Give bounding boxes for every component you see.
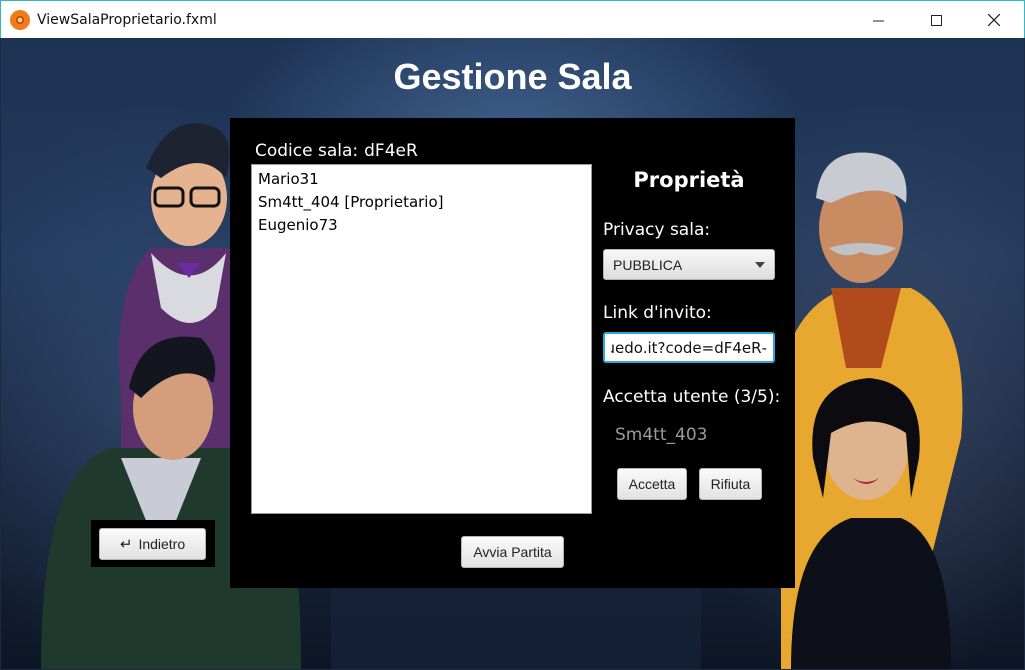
room-code: Codice sala: dF4eR [255, 141, 418, 161]
back-button-label: Indietro [138, 536, 186, 552]
start-game-button[interactable]: Avvia Partita [461, 536, 564, 568]
window-titlebar: ViewSalaProprietario.fxml [0, 0, 1025, 38]
chevron-down-icon [755, 262, 765, 268]
close-icon[interactable] [971, 1, 1017, 39]
window-title: ViewSalaProprietario.fxml [37, 11, 217, 28]
minimize-icon[interactable] [855, 1, 901, 39]
list-item[interactable]: Eugenio73 [258, 214, 591, 237]
privacy-select[interactable]: PUBBLICA [603, 249, 775, 280]
back-button[interactable]: ↵ Indietro [99, 528, 206, 560]
list-item[interactable]: Sm4tt_404 [Proprietario] [258, 191, 591, 214]
privacy-select-value: PUBBLICA [613, 256, 683, 273]
maximize-icon[interactable] [913, 1, 959, 39]
app-icon [10, 9, 30, 30]
accept-button[interactable]: Accetta [617, 468, 687, 500]
room-code-value: dF4eR [364, 141, 418, 161]
return-arrow-icon: ↵ [119, 536, 133, 553]
invite-link-label: Link d'invito: [603, 303, 712, 323]
privacy-label: Privacy sala: [603, 220, 711, 240]
user-list[interactable]: Mario31 Sm4tt_404 [Proprietario] Eugenio… [251, 164, 592, 514]
room-code-label: Codice sala: [255, 141, 359, 161]
page-title: Gestione Sala [393, 56, 632, 97]
list-item[interactable]: Mario31 [258, 168, 591, 191]
pending-user-name: Sm4tt_403 [615, 425, 708, 445]
reject-button[interactable]: Rifiuta [699, 468, 762, 500]
invite-link-field[interactable] [603, 332, 775, 363]
accept-user-label: Accetta utente (3/5): [603, 387, 781, 407]
properties-title: Proprietà [633, 168, 745, 192]
